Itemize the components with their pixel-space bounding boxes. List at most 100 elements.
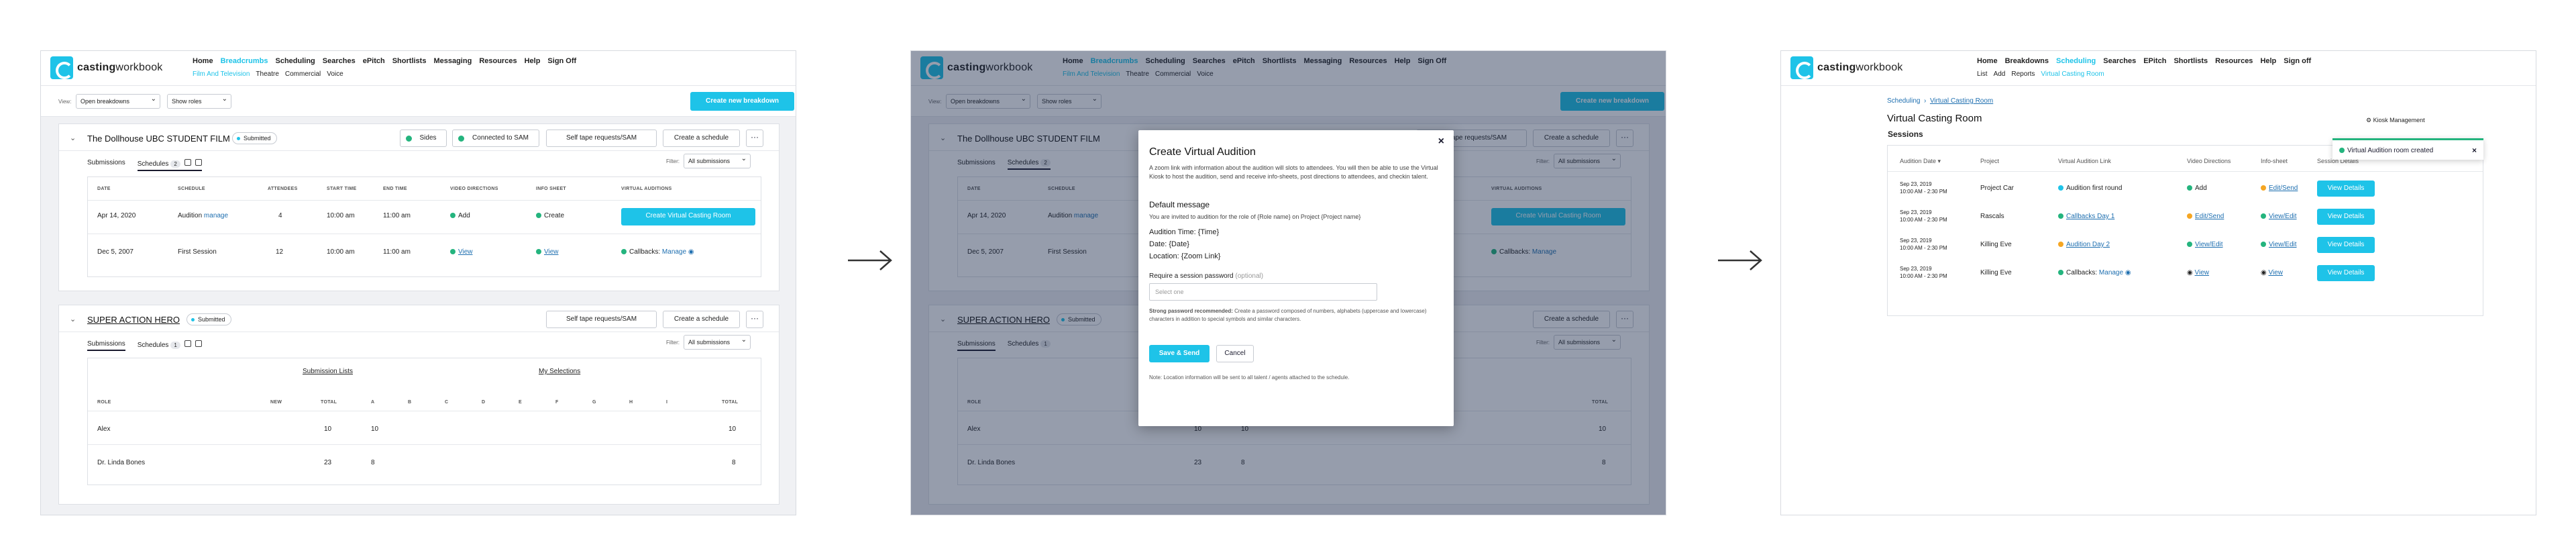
col-project: Project	[1980, 158, 2000, 164]
role-linda-bones[interactable]: Dr. Linda Bones	[97, 459, 145, 466]
create-breakdown-button[interactable]: Create new breakdown	[690, 92, 794, 111]
menu-shortlists[interactable]: Shortlists	[2174, 57, 2208, 65]
row1-video[interactable]: Add	[2187, 185, 2207, 192]
menu-help[interactable]: Help	[525, 57, 541, 65]
submenu-theatre[interactable]: Theatre	[256, 70, 278, 78]
eye-icon[interactable]: ◉	[688, 248, 694, 256]
create-virtual-room-button[interactable]: Create Virtual Casting Room	[621, 208, 755, 225]
view-select[interactable]: Open breakdowns	[76, 94, 160, 109]
menu-breakdowns[interactable]: Breadcrumbs	[221, 57, 268, 65]
roles-select[interactable]: Show roles	[167, 94, 231, 109]
save-send-button[interactable]: Save & Send	[1149, 345, 1210, 362]
role-alex[interactable]: Alex	[97, 425, 110, 433]
screen-virtual-casting-room: castingworkbook Home Breakdowns Scheduli…	[1780, 50, 2536, 515]
row4-date: Sep 23, 2019 10:00 AM - 2:30 PM	[1900, 266, 1947, 279]
more-icon[interactable]: ···	[746, 311, 763, 328]
tab-schedules[interactable]: Schedules 1	[138, 340, 202, 351]
view-details-button[interactable]: View Details	[2317, 265, 2375, 281]
menu-home[interactable]: Home	[1977, 57, 1998, 65]
row1-video-add[interactable]: Add	[450, 212, 470, 219]
row2-date: Sep 23, 2019 10:00 AM - 2:30 PM	[1900, 209, 1947, 223]
view-details-button[interactable]: View Details	[2317, 209, 2375, 225]
row1-link[interactable]: Audition first round	[2058, 185, 2122, 192]
trash-icon[interactable]	[195, 159, 202, 166]
row2-video-view[interactable]: View	[450, 248, 473, 256]
menu-epitch[interactable]: ePitch	[363, 57, 385, 65]
close-icon[interactable]: ×	[2472, 146, 2477, 155]
submenu-add[interactable]: Add	[1994, 70, 2006, 78]
cancel-button[interactable]: Cancel	[1216, 345, 1254, 362]
audition-date-line: Date: {Date}	[1149, 240, 1189, 248]
sam-button[interactable]: Connected to SAM	[452, 130, 539, 147]
close-icon[interactable]: ×	[1438, 136, 1444, 148]
manage-link[interactable]: manage	[204, 212, 228, 219]
view-details-button[interactable]: View Details	[2317, 237, 2375, 253]
chevron-down-icon[interactable]: ⌄	[70, 134, 76, 142]
breadcrumb-scheduling[interactable]: Scheduling	[1887, 97, 1920, 105]
trash-icon[interactable]	[195, 340, 202, 347]
menu-searches[interactable]: Searches	[2103, 57, 2136, 65]
submenu-film-tv[interactable]: Film And Television	[193, 70, 250, 78]
tab-submissions[interactable]: Submissions	[87, 159, 125, 171]
callbacks-manage-link[interactable]: Manage	[662, 248, 686, 256]
row2-video[interactable]: Edit/Send	[2187, 213, 2224, 220]
eye-icon[interactable]: ◉	[2125, 269, 2131, 276]
row3-link[interactable]: Audition Day 2	[2058, 241, 2110, 248]
row2-info-view[interactable]: View	[536, 248, 559, 256]
row2-link[interactable]: Callbacks Day 1	[2058, 213, 2114, 220]
menu-sign-off[interactable]: Sign Off	[547, 57, 576, 65]
callbacks-manage-link[interactable]: Manage	[2099, 269, 2123, 276]
audition-time-line: Audition Time: {Time}	[1149, 228, 1220, 236]
view-details-button[interactable]: View Details	[2317, 181, 2375, 197]
logo[interactable]: castingworkbook	[1790, 56, 1903, 79]
more-icon[interactable]: ···	[746, 130, 763, 147]
submenu-virtual-casting-room[interactable]: Virtual Casting Room	[2041, 70, 2104, 78]
create-schedule-button[interactable]: Create a schedule	[663, 311, 740, 328]
breakdown-title[interactable]: The Dollhouse UBC STUDENT FILM	[87, 134, 230, 144]
my-selections-link[interactable]: My Selections	[539, 368, 580, 375]
submenu-voice[interactable]: Voice	[327, 70, 343, 78]
logo[interactable]: castingworkbook	[50, 56, 163, 79]
calendar-icon[interactable]	[184, 159, 191, 166]
menu-help[interactable]: Help	[2260, 57, 2276, 65]
filter-select[interactable]: All submissions	[684, 154, 751, 168]
row1-schedule: Audition manage	[178, 212, 229, 219]
menu-home[interactable]: Home	[193, 57, 213, 65]
row4-info[interactable]: ◉ View	[2261, 269, 2283, 276]
sides-button[interactable]: Sides	[400, 130, 447, 147]
row1-attendees: 4	[278, 212, 282, 219]
menu-scheduling[interactable]: Scheduling	[2056, 57, 2096, 65]
submenu-list[interactable]: List	[1977, 70, 1988, 78]
menu-sign-off[interactable]: Sign off	[2284, 57, 2311, 65]
row1-info-create[interactable]: Create	[536, 212, 564, 219]
col-audition-date[interactable]: Audition Date ▾	[1900, 158, 1941, 165]
row1-info[interactable]: Edit/Send	[2261, 185, 2298, 192]
create-schedule-button[interactable]: Create a schedule	[663, 130, 740, 147]
filter-select[interactable]: All submissions	[684, 335, 751, 350]
kiosk-management-link[interactable]: ⚙ Kiosk Management	[2366, 117, 2425, 124]
chevron-down-icon[interactable]: ⌄	[70, 315, 76, 323]
menu-searches[interactable]: Searches	[323, 57, 356, 65]
menu-breakdowns[interactable]: Breakdowns	[2005, 57, 2049, 65]
self-tape-button[interactable]: Self tape requests/SAM	[546, 311, 657, 328]
password-input[interactable]: Select one	[1149, 283, 1377, 301]
menu-shortlists[interactable]: Shortlists	[392, 57, 427, 65]
row3-info[interactable]: View/Edit	[2261, 241, 2297, 248]
menu-messaging[interactable]: Messaging	[433, 57, 472, 65]
row4-video[interactable]: ◉ View	[2187, 269, 2209, 276]
menu-resources[interactable]: Resources	[479, 57, 517, 65]
menu-epitch[interactable]: EPitch	[2143, 57, 2166, 65]
menu-scheduling[interactable]: Scheduling	[275, 57, 315, 65]
submenu-commercial[interactable]: Commercial	[285, 70, 321, 78]
submission-lists-link[interactable]: Submission Lists	[303, 368, 353, 375]
tab-schedules[interactable]: Schedules 2	[137, 159, 202, 171]
row3-video[interactable]: View/Edit	[2187, 241, 2223, 248]
calendar-icon[interactable]	[184, 340, 191, 347]
row2-info[interactable]: View/Edit	[2261, 213, 2297, 220]
submenu-reports[interactable]: Reports	[2011, 70, 2035, 78]
tab-submissions[interactable]: Submissions	[87, 340, 125, 351]
breakdown-title[interactable]: SUPER ACTION HERO	[87, 315, 180, 325]
self-tape-button[interactable]: Self tape requests/SAM	[546, 130, 657, 147]
menu-resources[interactable]: Resources	[2215, 57, 2253, 65]
breadcrumb-current[interactable]: Virtual Casting Room	[1930, 97, 1993, 105]
